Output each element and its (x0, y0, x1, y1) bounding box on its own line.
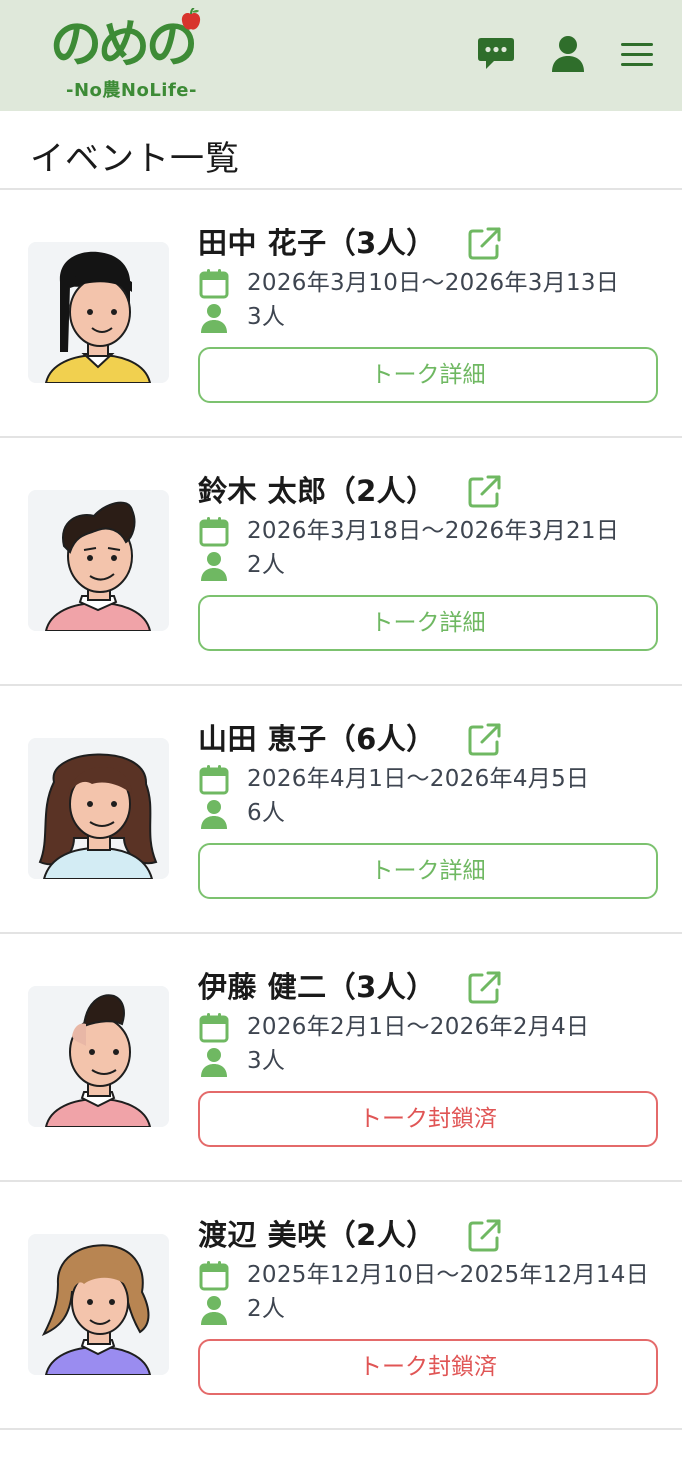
external-link-icon[interactable] (466, 474, 502, 510)
calendar-icon (199, 765, 229, 795)
event-title: 山田 恵子（6人） (198, 722, 436, 756)
person-icon (201, 304, 227, 333)
event-dates-row: 2026年4月1日〜2026年4月5日 (198, 762, 658, 796)
event-people-row: 2人 (198, 1292, 658, 1326)
talk-detail-button[interactable]: トーク詳細 (198, 595, 658, 651)
person-icon (201, 1296, 227, 1325)
person-icon (201, 1048, 227, 1077)
event-people-count: 3人 (247, 304, 286, 330)
event-title: 田中 花子（3人） (198, 226, 436, 260)
talk-closed-button[interactable]: トーク封鎖済 (198, 1091, 658, 1147)
avatar (28, 1234, 169, 1375)
event-card: 渡辺 美咲（2人） 2025年12月10日〜2025年12月14日 2人 トーク… (0, 1182, 682, 1430)
calendar-icon (199, 1013, 229, 1043)
event-people-count: 2人 (247, 552, 286, 578)
app-header: のめの -No農NoLife- (0, 0, 682, 111)
chat-icon[interactable] (476, 34, 516, 74)
event-list: 田中 花子（3人） 2026年3月10日〜2026年3月13日 3人 トーク詳細… (0, 190, 682, 1430)
avatar (28, 490, 169, 631)
event-dates-row: 2026年2月1日〜2026年2月4日 (198, 1010, 658, 1044)
logo-tagline: -No農NoLife- (66, 80, 197, 101)
event-title: 鈴木 太郎（2人） (198, 474, 436, 508)
user-icon[interactable] (548, 34, 588, 74)
event-people-row: 2人 (198, 548, 658, 582)
event-people-row: 3人 (198, 1044, 658, 1078)
talk-detail-button[interactable]: トーク詳細 (198, 843, 658, 899)
event-people-row: 3人 (198, 300, 658, 334)
event-card: 山田 恵子（6人） 2026年4月1日〜2026年4月5日 6人 トーク詳細 (0, 686, 682, 934)
calendar-icon (199, 517, 229, 547)
calendar-icon (199, 269, 229, 299)
external-link-icon[interactable] (466, 722, 502, 758)
calendar-icon (199, 1261, 229, 1291)
event-people-count: 6人 (247, 800, 286, 826)
logo-mark: のめの (50, 15, 198, 75)
avatar (28, 738, 169, 879)
event-dates: 2026年4月1日〜2026年4月5日 (247, 766, 590, 792)
event-dates-row: 2026年3月10日〜2026年3月13日 (198, 266, 658, 300)
event-dates: 2026年3月10日〜2026年3月13日 (247, 270, 620, 296)
event-card: 鈴木 太郎（2人） 2026年3月18日〜2026年3月21日 2人 トーク詳細 (0, 438, 682, 686)
event-dates: 2025年12月10日〜2025年12月14日 (247, 1262, 650, 1288)
apple-icon (181, 8, 201, 30)
event-people-row: 6人 (198, 796, 658, 830)
event-card: 田中 花子（3人） 2026年3月10日〜2026年3月13日 3人 トーク詳細 (0, 190, 682, 438)
event-people-count: 3人 (247, 1048, 286, 1074)
person-icon (201, 800, 227, 829)
page-title-bar: イベント一覧 (0, 111, 682, 190)
page-title: イベント一覧 (30, 139, 240, 179)
talk-detail-button[interactable]: トーク詳細 (198, 347, 658, 403)
event-dates: 2026年2月1日〜2026年2月4日 (247, 1014, 590, 1040)
event-dates: 2026年3月18日〜2026年3月21日 (247, 518, 620, 544)
avatar (28, 242, 169, 383)
event-title: 渡辺 美咲（2人） (198, 1218, 436, 1252)
menu-icon[interactable] (618, 34, 658, 74)
event-dates-row: 2025年12月10日〜2025年12月14日 (198, 1258, 658, 1292)
avatar (28, 986, 169, 1127)
person-icon (201, 552, 227, 581)
external-link-icon[interactable] (466, 226, 502, 262)
external-link-icon[interactable] (466, 1218, 502, 1254)
event-dates-row: 2026年3月18日〜2026年3月21日 (198, 514, 658, 548)
event-people-count: 2人 (247, 1296, 286, 1322)
app-logo[interactable]: のめの -No農NoLife- (50, 8, 225, 101)
external-link-icon[interactable] (466, 970, 502, 1006)
event-title: 伊藤 健二（3人） (198, 970, 436, 1004)
talk-closed-button[interactable]: トーク封鎖済 (198, 1339, 658, 1395)
event-card: 伊藤 健二（3人） 2026年2月1日〜2026年2月4日 3人 トーク封鎖済 (0, 934, 682, 1182)
